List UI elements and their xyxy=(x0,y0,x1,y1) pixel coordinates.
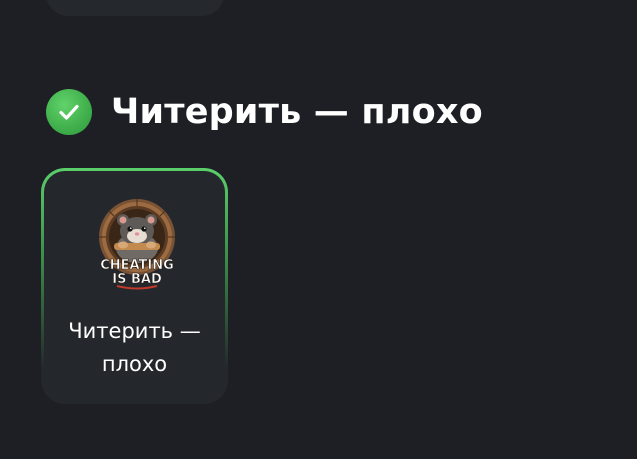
section-header: Читерить — плохо xyxy=(46,89,483,135)
svg-text:CHEATING: CHEATING xyxy=(100,258,174,273)
hamster-badge-image: CHEATING IS BAD xyxy=(87,193,187,293)
section-title: Читерить — плохо xyxy=(111,92,483,132)
check-circle-icon xyxy=(46,89,92,135)
achievement-label-line1: Читерить — xyxy=(68,319,201,343)
achievement-label: Читерить — плохо xyxy=(44,315,225,381)
achievement-card[interactable]: CHEATING IS BAD Читерить — плохо xyxy=(41,168,228,404)
achievement-label-line2: плохо xyxy=(101,352,168,376)
svg-text:IS BAD: IS BAD xyxy=(112,272,162,287)
previous-card-partial[interactable] xyxy=(46,0,224,16)
achievements-page: Читерить — плохо CHEATING IS BAD Читерит… xyxy=(0,0,637,459)
